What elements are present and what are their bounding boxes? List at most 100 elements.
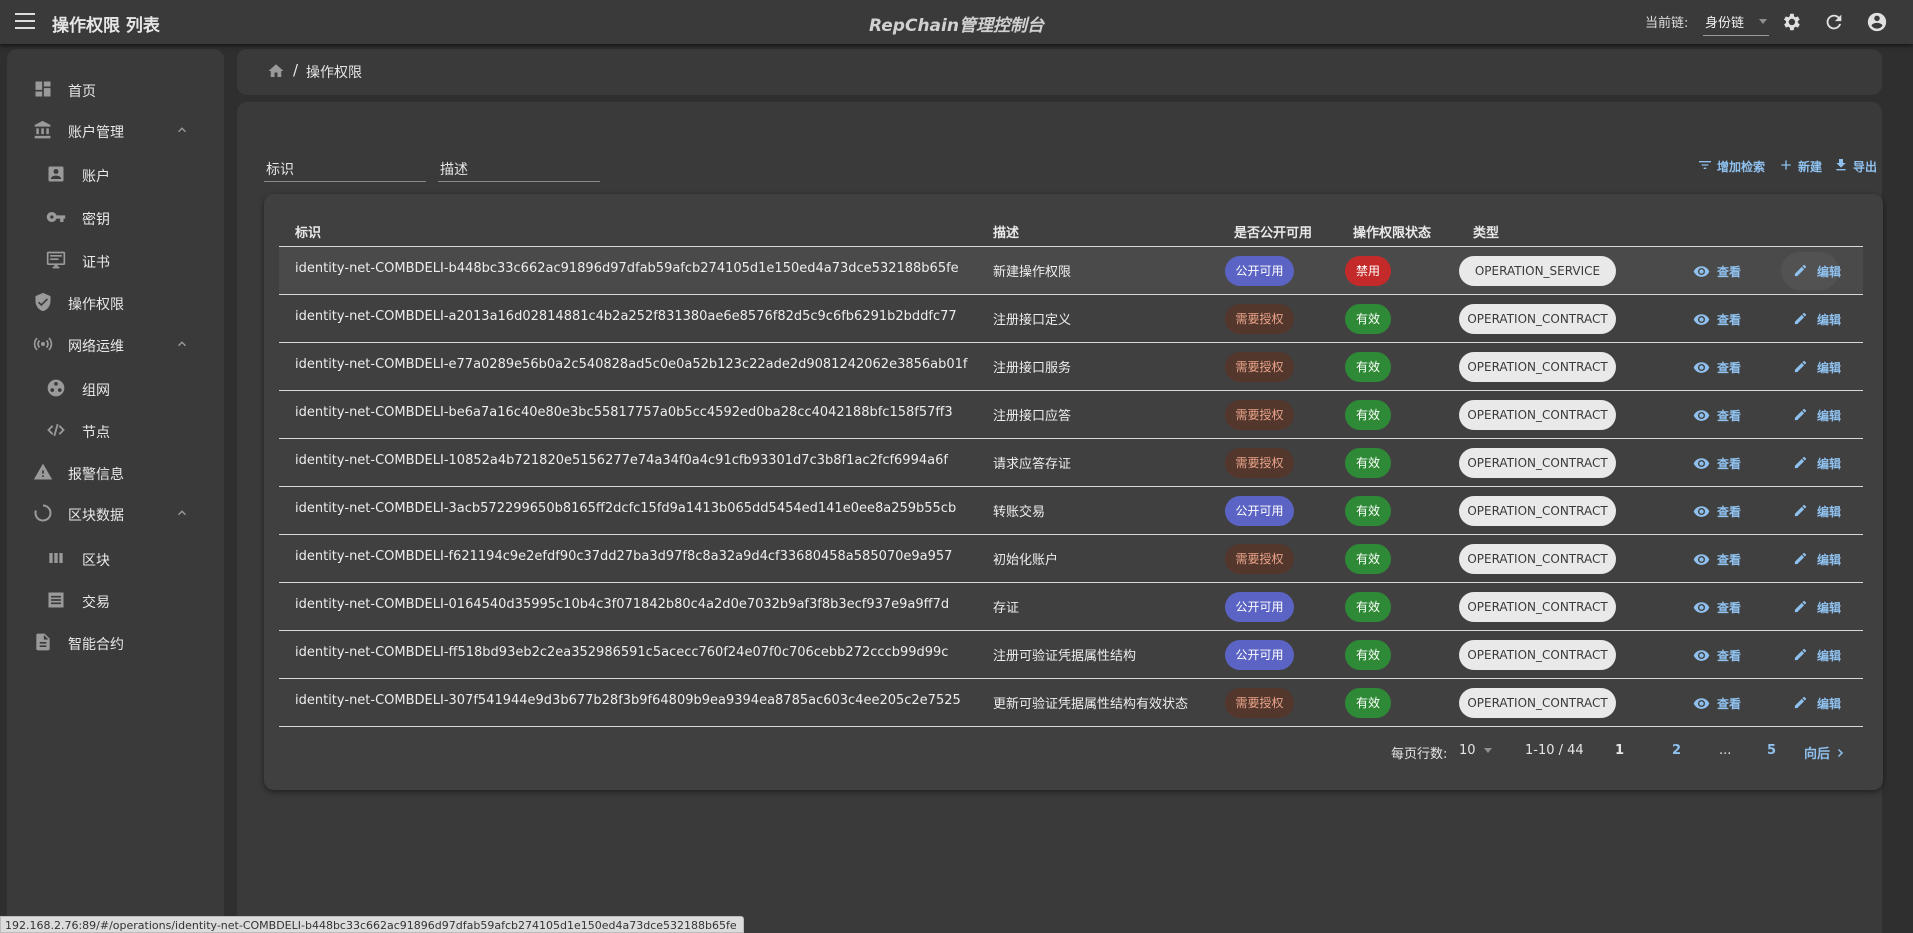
public-badge: 公开可用 xyxy=(1225,496,1294,526)
sidebar-item-label: 区块 xyxy=(82,553,110,569)
edit-label: 编辑 xyxy=(1817,265,1842,279)
chevron-up-icon xyxy=(178,510,186,516)
table-row[interactable]: identity-net-COMBDELI-be6a7a16c40e80e3bc… xyxy=(279,390,1863,438)
next-page-button[interactable]: 向后 xyxy=(1804,743,1846,762)
status-badge: 有效 xyxy=(1345,496,1391,526)
filter-desc-field[interactable]: 描述 xyxy=(438,154,600,182)
sidebar-item-label: 网络运维 xyxy=(68,339,124,355)
page-button-1[interactable]: 1 xyxy=(1615,743,1624,758)
cell-id: identity-net-COMBDELI-f621194c9e2efdf90c… xyxy=(295,549,953,564)
table-row[interactable]: identity-net-COMBDELI-307f541944e9d3b677… xyxy=(279,678,1863,726)
sidebar-item-blocks[interactable]: 区块 xyxy=(7,541,224,575)
sidebar-item-node[interactable]: 节点 xyxy=(7,413,224,447)
table-row[interactable]: identity-net-COMBDELI-a2013a16d02814881c… xyxy=(279,294,1863,342)
edit-label: 编辑 xyxy=(1817,313,1842,327)
rows-per-page-label: 每页行数: xyxy=(1391,747,1448,762)
export-label: 导出 xyxy=(1853,160,1878,174)
chevron-up-icon xyxy=(178,127,186,133)
cell-desc: 更新可验证凭据属性结构有效状态 xyxy=(993,697,1189,712)
next-page-label: 向后 xyxy=(1804,747,1831,762)
sidebar-item-key[interactable]: 密钥 xyxy=(7,200,224,234)
type-badge: OPERATION_CONTRACT xyxy=(1459,304,1616,334)
create-label: 新建 xyxy=(1798,160,1823,174)
eye-icon xyxy=(1693,314,1710,325)
sidebar-item-alerts[interactable]: 报警信息 xyxy=(7,455,224,489)
network-icon xyxy=(33,337,53,351)
blocks-icon xyxy=(49,553,63,563)
status-badge: 有效 xyxy=(1345,640,1391,670)
table-row[interactable]: identity-net-COMBDELI-0164540d35995c10b4… xyxy=(279,582,1863,630)
sidebar-item-cluster[interactable]: 组网 xyxy=(7,371,224,405)
type-badge: OPERATION_CONTRACT xyxy=(1459,400,1616,430)
column-header-public[interactable]: 是否公开可用 xyxy=(1234,222,1312,241)
cell-id: identity-net-COMBDELI-b448bc33c662ac9189… xyxy=(295,261,959,276)
status-badge: 有效 xyxy=(1345,592,1391,622)
status-badge: 有效 xyxy=(1345,304,1391,334)
loading-icon xyxy=(34,504,52,522)
table-row[interactable]: identity-net-COMBDELI-e77a0289e56b0a2c54… xyxy=(279,342,1863,390)
type-badge: OPERATION_CONTRACT xyxy=(1459,448,1616,478)
eye-icon xyxy=(1693,650,1710,661)
sidebar-item-network-ops[interactable]: 网络运维 xyxy=(7,327,224,361)
cell-desc: 初始化账户 xyxy=(993,553,1059,568)
add-filter-button[interactable]: 增加检索 xyxy=(1697,156,1767,176)
create-button[interactable]: 新建 xyxy=(1778,156,1824,176)
sidebar-item-transactions[interactable]: 交易 xyxy=(7,583,224,617)
rows-per-page-select[interactable]: 10 xyxy=(1459,743,1492,758)
filter-icon xyxy=(1699,161,1711,169)
filter-id-label: 标识 xyxy=(266,162,294,178)
cell-id: identity-net-COMBDELI-ff518bd93eb2c2ea35… xyxy=(295,645,949,660)
export-button[interactable]: 导出 xyxy=(1833,156,1879,176)
chain-select[interactable]: 身份链 xyxy=(1703,6,1769,36)
status-bar-url: 192.168.2.76:89/#/operations/identity-ne… xyxy=(0,916,744,933)
edit-label: 编辑 xyxy=(1817,553,1842,567)
public-badge: 公开可用 xyxy=(1225,256,1294,286)
sidebar-item-account[interactable]: 账户 xyxy=(7,157,224,191)
sidebar-item-home[interactable]: 首页 xyxy=(7,72,224,106)
eye-icon xyxy=(1693,698,1710,709)
filter-id-field[interactable]: 标识 xyxy=(264,154,426,182)
type-badge: OPERATION_CONTRACT xyxy=(1459,496,1616,526)
table-footer-divider xyxy=(279,726,1863,727)
page-button-2[interactable]: 2 xyxy=(1672,743,1681,758)
public-badge: 公开可用 xyxy=(1225,592,1294,622)
pencil-icon xyxy=(1794,264,1807,277)
sidebar-item-block-data[interactable]: 区块数据 xyxy=(7,496,224,530)
view-label: 查看 xyxy=(1717,553,1742,567)
status-badge: 有效 xyxy=(1345,400,1391,430)
type-badge: OPERATION_CONTRACT xyxy=(1459,352,1616,382)
filter-desc-label: 描述 xyxy=(440,162,468,178)
table-row[interactable]: identity-net-COMBDELI-3acb572299650b8165… xyxy=(279,486,1863,534)
status-badge: 有效 xyxy=(1345,688,1391,718)
page-button-5[interactable]: 5 xyxy=(1767,743,1776,758)
account-circle-icon[interactable] xyxy=(1866,11,1888,33)
table-row[interactable]: identity-net-COMBDELI-ff518bd93eb2c2ea35… xyxy=(279,630,1863,678)
sidebar-item-label: 报警信息 xyxy=(68,467,124,483)
view-label: 查看 xyxy=(1717,697,1742,711)
edit-label: 编辑 xyxy=(1817,505,1842,519)
breadcrumb: / 操作权限 xyxy=(237,49,1882,95)
cell-desc: 转账交易 xyxy=(993,505,1046,520)
column-header-desc[interactable]: 描述 xyxy=(993,222,1019,241)
sidebar-item-operations[interactable]: 操作权限 xyxy=(7,285,224,319)
column-header-status[interactable]: 操作权限状态 xyxy=(1353,222,1431,241)
refresh-icon[interactable] xyxy=(1823,11,1845,33)
operations-table: 标识 描述 是否公开可用 操作权限状态 类型 identity-net-COMB… xyxy=(264,194,1883,790)
sidebar-item-account-management[interactable]: 账户管理 xyxy=(7,113,224,147)
type-badge: OPERATION_CONTRACT xyxy=(1459,688,1616,718)
sidebar-item-certificate[interactable]: 证书 xyxy=(7,243,224,277)
settings-icon[interactable] xyxy=(1780,11,1802,33)
column-header-type[interactable]: 类型 xyxy=(1473,222,1499,241)
pencil-icon xyxy=(1794,648,1807,661)
table-row[interactable]: identity-net-COMBDELI-b448bc33c662ac9189… xyxy=(279,246,1863,294)
table-row[interactable]: identity-net-COMBDELI-f621194c9e2efdf90c… xyxy=(279,534,1863,582)
view-label: 查看 xyxy=(1717,601,1742,615)
type-badge: OPERATION_CONTRACT xyxy=(1459,544,1616,574)
column-header-id[interactable]: 标识 xyxy=(295,222,321,241)
sidebar: 首页 账户管理 账户 密钥 证书 操作权限 网络运维 组网 节点 报警信息 区块 xyxy=(7,49,224,933)
sidebar-item-smart-contracts[interactable]: 智能合约 xyxy=(7,625,224,659)
home-icon[interactable] xyxy=(267,62,285,80)
table-row[interactable]: identity-net-COMBDELI-10852a4b721820e515… xyxy=(279,438,1863,486)
cell-id: identity-net-COMBDELI-10852a4b721820e515… xyxy=(295,453,948,468)
pencil-icon xyxy=(1794,312,1807,325)
